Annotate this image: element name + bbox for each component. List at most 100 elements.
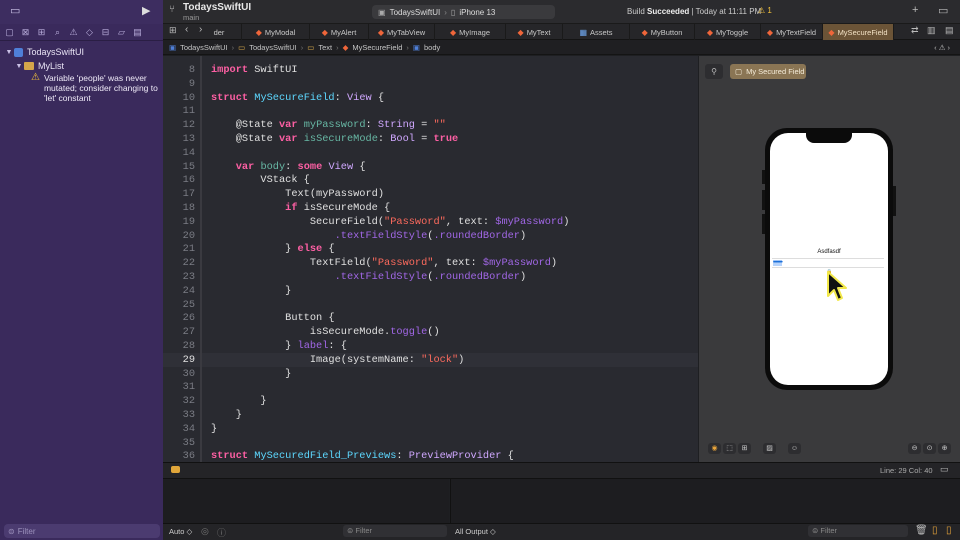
- tab-myalert[interactable]: ◆ MyAlert: [310, 24, 369, 40]
- add-icon[interactable]: +: [912, 4, 918, 16]
- code-line[interactable]: 14: [163, 146, 698, 160]
- sidebar-toggle-icon[interactable]: ▭: [10, 4, 20, 17]
- secure-password-field[interactable]: ••••••••: [772, 258, 884, 268]
- zoom-out-icon[interactable]: ⊖: [908, 443, 921, 454]
- code-line[interactable]: 28 } label: {: [163, 339, 698, 353]
- tab-der[interactable]: der: [197, 24, 242, 40]
- code-line[interactable]: 36 struct MySecuredField_Previews: Previe…: [163, 449, 698, 462]
- tab-myimage[interactable]: ◆ MyImage: [435, 24, 506, 40]
- trash-icon[interactable]: 🗑: [915, 525, 928, 536]
- code-line[interactable]: 13 @State var isSecureMode: Bool = true: [163, 132, 698, 146]
- zoom-in-icon[interactable]: ⊕: [938, 443, 951, 454]
- breakpoint-icon[interactable]: ▱: [116, 27, 127, 38]
- tab-mybutton[interactable]: ◆ MyButton: [630, 24, 695, 40]
- code-line[interactable]: 26 Button {: [163, 311, 698, 325]
- code-line[interactable]: 30 }: [163, 367, 698, 381]
- split-right-icon[interactable]: ▯: [946, 525, 952, 536]
- code-line[interactable]: 16 VStack {: [163, 173, 698, 187]
- code-text: struct MySecureField: View {: [211, 91, 385, 104]
- code-line[interactable]: 24 }: [163, 284, 698, 298]
- report-icon[interactable]: ▤: [132, 27, 143, 38]
- tab-mytoggle[interactable]: ◆ MyToggle: [695, 24, 761, 40]
- tab-mytext[interactable]: ◆ MyText: [506, 24, 563, 40]
- code-line[interactable]: 29 Image(systemName: "lock"): [163, 352, 698, 367]
- code-line[interactable]: 21 } else {: [163, 242, 698, 256]
- code-line[interactable]: 18 if isSecureMode {: [163, 201, 698, 215]
- tab-mysecurefield[interactable]: ◆ MySecureField: [823, 24, 894, 40]
- pin-icon[interactable]: ⚲: [705, 64, 723, 79]
- scheme-selector[interactable]: ▣ TodaysSwiftUI › ▯ iPhone 13: [372, 5, 555, 19]
- info-icon[interactable]: ⓘ: [217, 526, 226, 539]
- search-icon[interactable]: ⌕: [52, 27, 63, 38]
- line-number: 16: [182, 174, 195, 187]
- related-items-icon[interactable]: ⇄: [911, 25, 919, 36]
- issue-nav-icon[interactable]: ‹ ⚠ ›: [934, 43, 950, 52]
- code-line[interactable]: 9: [163, 77, 698, 91]
- back-icon[interactable]: ‹: [185, 24, 188, 35]
- code-line[interactable]: 32 }: [163, 394, 698, 408]
- code-line[interactable]: 12 @State var myPassword: String = "": [163, 118, 698, 132]
- folder-icon[interactable]: ▢: [4, 27, 15, 38]
- code-line[interactable]: 15 var body: some View {: [163, 160, 698, 174]
- code-line[interactable]: 25: [163, 298, 698, 312]
- tree-item-mylist[interactable]: ▼ MyList: [0, 59, 163, 73]
- breadcrumb-item[interactable]: body: [424, 43, 440, 52]
- preview-selector[interactable]: ▢ My Secured Field: [730, 64, 806, 79]
- breadcrumb-item[interactable]: TodaysSwiftUI: [180, 43, 228, 52]
- code-line[interactable]: 10 struct MySecureField: View {: [163, 91, 698, 105]
- debug-area-toggle-icon[interactable]: ▭: [940, 464, 949, 475]
- breadcrumb-item[interactable]: MySecureField: [352, 43, 402, 52]
- tab-mytabview[interactable]: ◆ MyTabView: [369, 24, 435, 40]
- console-output-selector[interactable]: All Output ◇: [455, 527, 496, 536]
- code-line[interactable]: 19 SecureField("Password", text: $myPass…: [163, 215, 698, 229]
- live-preview-icon[interactable]: ◉: [708, 443, 721, 454]
- code-line[interactable]: 34}: [163, 422, 698, 436]
- code-line[interactable]: 31: [163, 380, 698, 394]
- grid-icon[interactable]: ⊞: [169, 25, 177, 36]
- code-line[interactable]: 35: [163, 436, 698, 450]
- code-editor[interactable]: 8 import SwiftUI 9 10 struct MySecureField: …: [163, 56, 698, 462]
- code-line[interactable]: 20 .textFieldStyle(.roundedBorder): [163, 229, 698, 243]
- code-line[interactable]: 11: [163, 104, 698, 118]
- variants-icon[interactable]: ⊞: [738, 443, 751, 454]
- console-filter[interactable]: ⊜ Filter: [808, 525, 908, 537]
- warning-count-badge[interactable]: ⚠ 1: [758, 6, 772, 15]
- line-number: 11: [182, 105, 195, 118]
- device-settings-icon[interactable]: ▨: [763, 443, 776, 454]
- code-line[interactable]: 33 }: [163, 408, 698, 422]
- warning-issue[interactable]: ⚠ Variable 'people' was never mutated; c…: [31, 73, 159, 104]
- zoom-fit-icon[interactable]: ⊙: [923, 443, 936, 454]
- code-line[interactable]: 27 isSecureMode.toggle(): [163, 325, 698, 339]
- variables-scope-selector[interactable]: Auto ◇: [169, 527, 192, 536]
- symbol-icon[interactable]: ⊞: [36, 27, 47, 38]
- breadcrumb-item[interactable]: TodaysSwiftUI: [249, 43, 297, 52]
- tab-assets[interactable]: ▦ Assets: [563, 24, 630, 40]
- code-line[interactable]: 8 import SwiftUI: [163, 63, 698, 77]
- tree-item-project[interactable]: ▼ TodaysSwiftUI: [0, 45, 163, 59]
- eye-icon[interactable]: ◎: [201, 526, 209, 537]
- breadcrumb-item[interactable]: Text: [318, 43, 332, 52]
- editor-options-icon[interactable]: ▤: [945, 25, 954, 36]
- variables-filter[interactable]: ⊜ Filter: [343, 525, 447, 537]
- swift-file-icon: ◆: [517, 27, 524, 37]
- code-line[interactable]: 22 TextField("Password", text: $myPasswo…: [163, 256, 698, 270]
- navigator-filter[interactable]: ⊜ Filter: [4, 524, 160, 538]
- code-line[interactable]: 17 Text(myPassword): [163, 187, 698, 201]
- tab-mymodal[interactable]: ◆ MyModal: [242, 24, 310, 40]
- run-icon[interactable]: ▶: [142, 4, 150, 17]
- code-line[interactable]: 23 .textFieldStyle(.roundedBorder): [163, 270, 698, 284]
- filter-icon: ⊜: [8, 526, 15, 536]
- debug-icon[interactable]: ⊟: [100, 27, 111, 38]
- preview-settings-icon[interactable]: ☺: [788, 443, 801, 454]
- selectable-mode-icon[interactable]: ⬚: [723, 443, 736, 454]
- issue-icon[interactable]: ⚠: [68, 27, 79, 38]
- chevron-down-icon[interactable]: ▼: [14, 63, 24, 70]
- inspector-toggle-icon[interactable]: ▭: [938, 4, 948, 17]
- split-left-icon[interactable]: ▯: [932, 525, 938, 536]
- test-icon[interactable]: ◇: [84, 27, 95, 38]
- source-control-icon[interactable]: ⊠: [20, 27, 31, 38]
- issue-marker-icon[interactable]: [171, 466, 180, 473]
- split-editor-icon[interactable]: ▥: [927, 25, 936, 36]
- chevron-down-icon[interactable]: ▼: [4, 49, 14, 56]
- tab-mytextfield[interactable]: ◆ MyTextField: [761, 24, 823, 40]
